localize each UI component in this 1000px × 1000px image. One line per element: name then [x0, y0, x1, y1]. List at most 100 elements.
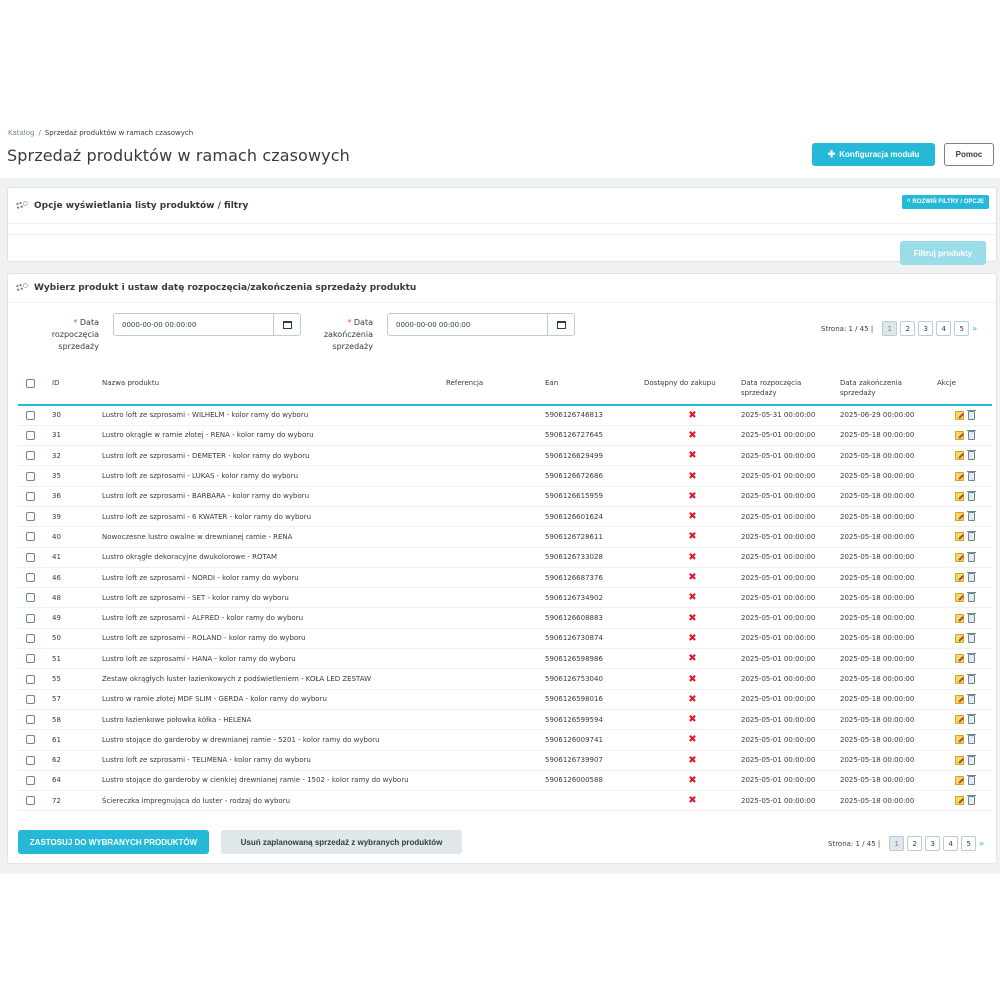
edit-icon[interactable] — [954, 755, 964, 765]
module-config-button[interactable]: ✚ Konfiguracja modułu — [812, 143, 935, 166]
delete-icon[interactable] — [966, 470, 976, 481]
delete-icon[interactable] — [966, 511, 976, 522]
delete-icon[interactable] — [966, 693, 976, 704]
help-button[interactable]: Pomoc — [944, 143, 994, 166]
edit-icon[interactable] — [954, 654, 964, 664]
delete-icon[interactable] — [966, 673, 976, 684]
remove-scheduled-sale-button[interactable]: Usuń zaplanowaną sprzedaż z wybranych pr… — [221, 830, 462, 854]
row-checkbox[interactable] — [26, 715, 35, 725]
delete-icon[interactable] — [966, 754, 976, 765]
row-reference — [446, 547, 545, 568]
edit-icon[interactable] — [954, 735, 964, 745]
delete-icon[interactable] — [966, 653, 976, 664]
row-checkbox[interactable] — [26, 755, 35, 765]
edit-icon[interactable] — [954, 796, 964, 806]
row-product-name: Lustro loft ze szprosami - LUKAS - kolor… — [102, 465, 446, 487]
edit-icon[interactable] — [954, 775, 964, 785]
page-5[interactable]: 5 — [961, 836, 977, 851]
row-checkbox[interactable] — [26, 532, 35, 542]
column-ean[interactable]: Ean — [545, 378, 644, 406]
page-2[interactable]: 2 — [907, 836, 923, 851]
column-available[interactable]: Dostępny do zakupu — [644, 378, 741, 406]
row-product-name: Lustro okrągłe dekoracyjne dwukolorowe -… — [102, 547, 446, 568]
page-2[interactable]: 2 — [900, 321, 916, 336]
next-page-icon[interactable]: » — [972, 324, 977, 333]
delete-icon[interactable] — [966, 795, 976, 806]
page-4[interactable]: 4 — [936, 321, 952, 336]
edit-icon[interactable] — [954, 451, 964, 461]
column-end-date[interactable]: Data zakończenia sprzedaży — [840, 378, 937, 406]
expand-filters-button[interactable]: ^ ROZWIŃ FILTRY / OPCJE — [901, 195, 989, 209]
edit-icon[interactable] — [954, 593, 964, 603]
row-checkbox[interactable] — [26, 552, 35, 562]
row-id: 48 — [52, 587, 102, 609]
delete-icon[interactable] — [966, 409, 976, 420]
edit-icon[interactable] — [954, 410, 964, 420]
delete-icon[interactable] — [966, 551, 976, 562]
row-start-date: 2025-05-01 00:00:00 — [741, 709, 840, 731]
row-checkbox[interactable] — [26, 410, 35, 420]
page-3[interactable]: 3 — [918, 321, 934, 336]
row-checkbox[interactable] — [26, 471, 35, 481]
row-checkbox[interactable] — [26, 654, 35, 664]
page-1[interactable]: 1 — [889, 836, 905, 851]
delete-icon[interactable] — [966, 490, 976, 501]
row-checkbox[interactable] — [26, 512, 35, 522]
start-date-calendar-button[interactable] — [273, 314, 300, 335]
row-checkbox[interactable] — [26, 491, 35, 501]
next-page-icon[interactable]: » — [979, 839, 984, 848]
row-checkbox[interactable] — [26, 775, 35, 785]
delete-icon[interactable] — [966, 714, 976, 725]
edit-icon[interactable] — [954, 532, 964, 542]
edit-icon[interactable] — [954, 573, 964, 583]
column-id[interactable]: ID — [52, 378, 102, 406]
row-checkbox[interactable] — [26, 593, 35, 603]
breadcrumb-parent[interactable]: Katalog — [8, 129, 34, 137]
row-checkbox[interactable] — [26, 633, 35, 643]
select-all-checkbox[interactable] — [26, 378, 35, 388]
row-checkbox[interactable] — [26, 573, 35, 583]
column-reference[interactable]: Referencja — [446, 378, 545, 406]
row-checkbox[interactable] — [26, 694, 35, 704]
delete-icon[interactable] — [966, 572, 976, 583]
delete-icon[interactable] — [966, 612, 976, 623]
edit-icon[interactable] — [954, 613, 964, 623]
delete-icon[interactable] — [966, 734, 976, 745]
column-name[interactable]: Nazwa produktu — [102, 378, 446, 406]
edit-icon[interactable] — [954, 633, 964, 643]
filter-products-button[interactable]: Filtruj produkty — [900, 241, 986, 265]
row-checkbox[interactable] — [26, 451, 35, 461]
edit-icon[interactable] — [954, 471, 964, 481]
start-date-value[interactable]: 0000-00-00 00:00:00 — [114, 314, 273, 335]
row-checkbox[interactable] — [26, 735, 35, 745]
row-checkbox[interactable] — [26, 613, 35, 623]
page-5[interactable]: 5 — [954, 321, 970, 336]
edit-icon[interactable] — [954, 552, 964, 562]
start-date-input[interactable]: 0000-00-00 00:00:00 — [113, 313, 301, 336]
edit-icon[interactable] — [954, 430, 964, 440]
apply-to-selected-button[interactable]: ZASTOSUJ DO WYBRANYCH PRODUKTÓW — [18, 830, 209, 854]
edit-icon[interactable] — [954, 674, 964, 684]
page-3[interactable]: 3 — [925, 836, 941, 851]
edit-icon[interactable] — [954, 512, 964, 522]
delete-icon[interactable] — [966, 531, 976, 542]
end-date-calendar-button[interactable] — [547, 314, 574, 335]
edit-icon[interactable] — [954, 715, 964, 725]
edit-icon[interactable] — [954, 491, 964, 501]
end-date-value[interactable]: 0000-00-00 00:00:00 — [388, 314, 547, 335]
edit-icon[interactable] — [954, 694, 964, 704]
delete-icon[interactable] — [966, 592, 976, 603]
row-checkbox[interactable] — [26, 674, 35, 684]
column-start-date[interactable]: Data rozpoczęcia sprzedaży — [741, 378, 840, 406]
page-1[interactable]: 1 — [882, 321, 898, 336]
end-date-input[interactable]: 0000-00-00 00:00:00 — [387, 313, 575, 336]
delete-icon[interactable] — [966, 632, 976, 643]
delete-icon[interactable] — [966, 450, 976, 461]
row-start-date: 2025-05-01 00:00:00 — [741, 465, 840, 487]
close-icon: ✖ — [688, 754, 697, 766]
page-4[interactable]: 4 — [943, 836, 959, 851]
row-checkbox[interactable] — [26, 796, 35, 806]
delete-icon[interactable] — [966, 429, 976, 440]
delete-icon[interactable] — [966, 774, 976, 785]
row-checkbox[interactable] — [26, 430, 35, 440]
